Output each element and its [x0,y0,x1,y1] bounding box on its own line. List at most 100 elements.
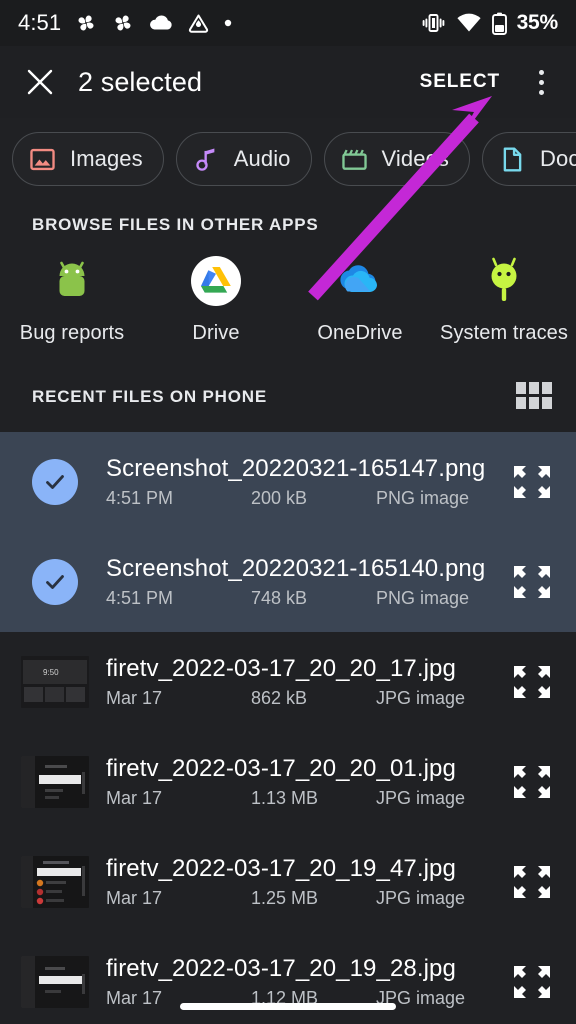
row-leading[interactable] [18,945,92,1019]
row-leading[interactable]: 9:50 [18,645,92,719]
expand-icon[interactable] [506,858,558,906]
battery-percentage: 35% [516,11,559,34]
expand-icon[interactable] [506,958,558,1006]
chip-videos[interactable]: Videos [323,132,471,186]
android-trace-icon [491,257,517,301]
file-type: JPG image [376,688,466,708]
expand-icon[interactable] [506,758,558,806]
fan-icon [78,15,94,31]
app-shortcut-label: System traces [440,322,568,344]
triangle-drop-icon [189,14,209,33]
file-thumbnail [21,856,89,908]
table-row[interactable]: Screenshot_20220321-165140.png 4:51 PM 7… [0,532,576,632]
file-name: firetv_2022-03-17_20_20_01.jpg [106,755,456,782]
select-button[interactable]: SELECT [414,63,506,101]
app-icon-wrap [331,252,389,310]
file-submeta: 4:51 PM 200 kB PNG image [106,488,498,509]
table-row[interactable]: 9:50 firetv_2022-03-17_20_20_17.jpg Mar … [0,632,576,732]
check-circle-icon [32,459,78,505]
browse-section-title: BROWSE FILES IN OTHER APPS [32,215,319,234]
selection-count-title: 2 selected [78,66,203,97]
check-circle-icon [32,559,78,605]
file-submeta: Mar 17 1.25 MB JPG image [106,888,498,909]
fan-icon [115,15,131,31]
file-type: PNG image [376,588,470,608]
file-size: 862 kB [251,688,308,708]
row-metadata: Screenshot_20220321-165147.png 4:51 PM 2… [106,455,498,509]
app-icon-wrap [187,252,245,310]
file-name: firetv_2022-03-17_20_19_28.jpg [106,955,456,982]
app-shortcut-system-traces[interactable]: System traces [432,252,576,345]
file-thumbnail [21,756,89,808]
file-submeta: 4:51 PM 748 kB PNG image [106,588,498,609]
row-leading[interactable] [18,845,92,919]
recent-section-header: RECENT FILES ON PHONE [0,378,576,416]
close-icon [27,69,53,95]
file-thumbnail [21,956,89,1008]
app-shortcut-bug-reports[interactable]: Bug reports [0,252,144,345]
dot-icon [225,19,232,27]
checkmark-icon [46,575,64,589]
row-metadata: firetv_2022-03-17_20_19_47.jpg Mar 17 1.… [106,855,498,909]
chip-documents[interactable]: Documents [482,132,576,186]
grid-cell [516,397,526,409]
app-shortcut-label: Drive [192,322,240,344]
app-shortcut-onedrive[interactable]: OneDrive [288,252,432,345]
file-size: 200 kB [251,488,308,508]
file-date: Mar 17 [106,788,163,808]
vibrate-icon [422,14,444,32]
file-date: 4:51 PM [106,588,174,608]
close-button[interactable] [18,60,62,104]
file-type: JPG image [376,788,466,808]
overflow-menu-icon [538,79,544,85]
cloud-icon [150,15,172,30]
expand-icon[interactable] [506,658,558,706]
overflow-menu-button[interactable] [524,60,558,104]
checkmark-icon [46,475,64,489]
expand-icon[interactable] [506,558,558,606]
document-icon [503,147,522,171]
expand-icon[interactable] [506,458,558,506]
chip-images-label: Images [70,146,143,171]
table-row[interactable]: firetv_2022-03-17_20_20_01.jpg Mar 17 1.… [0,732,576,832]
file-type-filter-chips: Images Audio Videos Documents [0,128,576,190]
row-leading[interactable] [18,745,92,819]
table-row[interactable]: firetv_2022-03-17_20_19_47.jpg Mar 17 1.… [0,832,576,932]
other-apps-row: Bug reports Drive OneDrive System traces [0,252,576,362]
file-size: 1.13 MB [251,788,319,808]
app-icon-wrap [43,252,101,310]
grid-cell [542,382,552,394]
wifi-icon [456,13,481,32]
google-drive-icon [191,256,241,306]
row-metadata: firetv_2022-03-17_20_20_01.jpg Mar 17 1.… [106,755,498,809]
row-metadata: firetv_2022-03-17_20_20_17.jpg Mar 17 86… [106,655,498,709]
table-row[interactable]: firetv_2022-03-17_20_19_28.jpg Mar 17 1.… [0,932,576,1024]
status-bar: 4:51 35% [0,0,576,46]
browse-section-header: BROWSE FILES IN OTHER APPS [0,208,576,242]
app-shortcut-label: Bug reports [19,322,125,344]
thumbnail-preview: 9:50 [21,656,89,708]
grid-view-icon[interactable] [516,382,554,412]
chip-documents-label: Documents [540,146,576,171]
file-size: 1.25 MB [251,888,319,908]
table-row[interactable]: Screenshot_20220321-165147.png 4:51 PM 2… [0,432,576,532]
file-name: firetv_2022-03-17_20_20_17.jpg [106,655,456,682]
file-submeta: Mar 17 1.13 MB JPG image [106,788,498,809]
chip-videos-label: Videos [381,146,450,171]
row-metadata: firetv_2022-03-17_20_19_28.jpg Mar 17 1.… [106,955,498,1009]
file-name: Screenshot_20220321-165147.png [106,455,486,482]
row-leading[interactable] [18,445,92,519]
recent-section-title: RECENT FILES ON PHONE [32,387,267,406]
overflow-menu-icon [538,89,544,95]
navigation-gesture-bar[interactable] [180,1003,396,1010]
clapperboard-icon [341,149,367,170]
app-shortcut-label: OneDrive [317,322,403,344]
chip-audio-label: Audio [233,146,291,171]
app-shortcut-drive[interactable]: Drive [144,252,288,345]
file-thumbnail: 9:50 [21,656,89,708]
chip-audio[interactable]: Audio [175,132,312,186]
file-size: 748 kB [251,588,308,608]
row-leading[interactable] [18,545,92,619]
image-icon [30,148,55,170]
chip-images[interactable]: Images [12,132,164,186]
